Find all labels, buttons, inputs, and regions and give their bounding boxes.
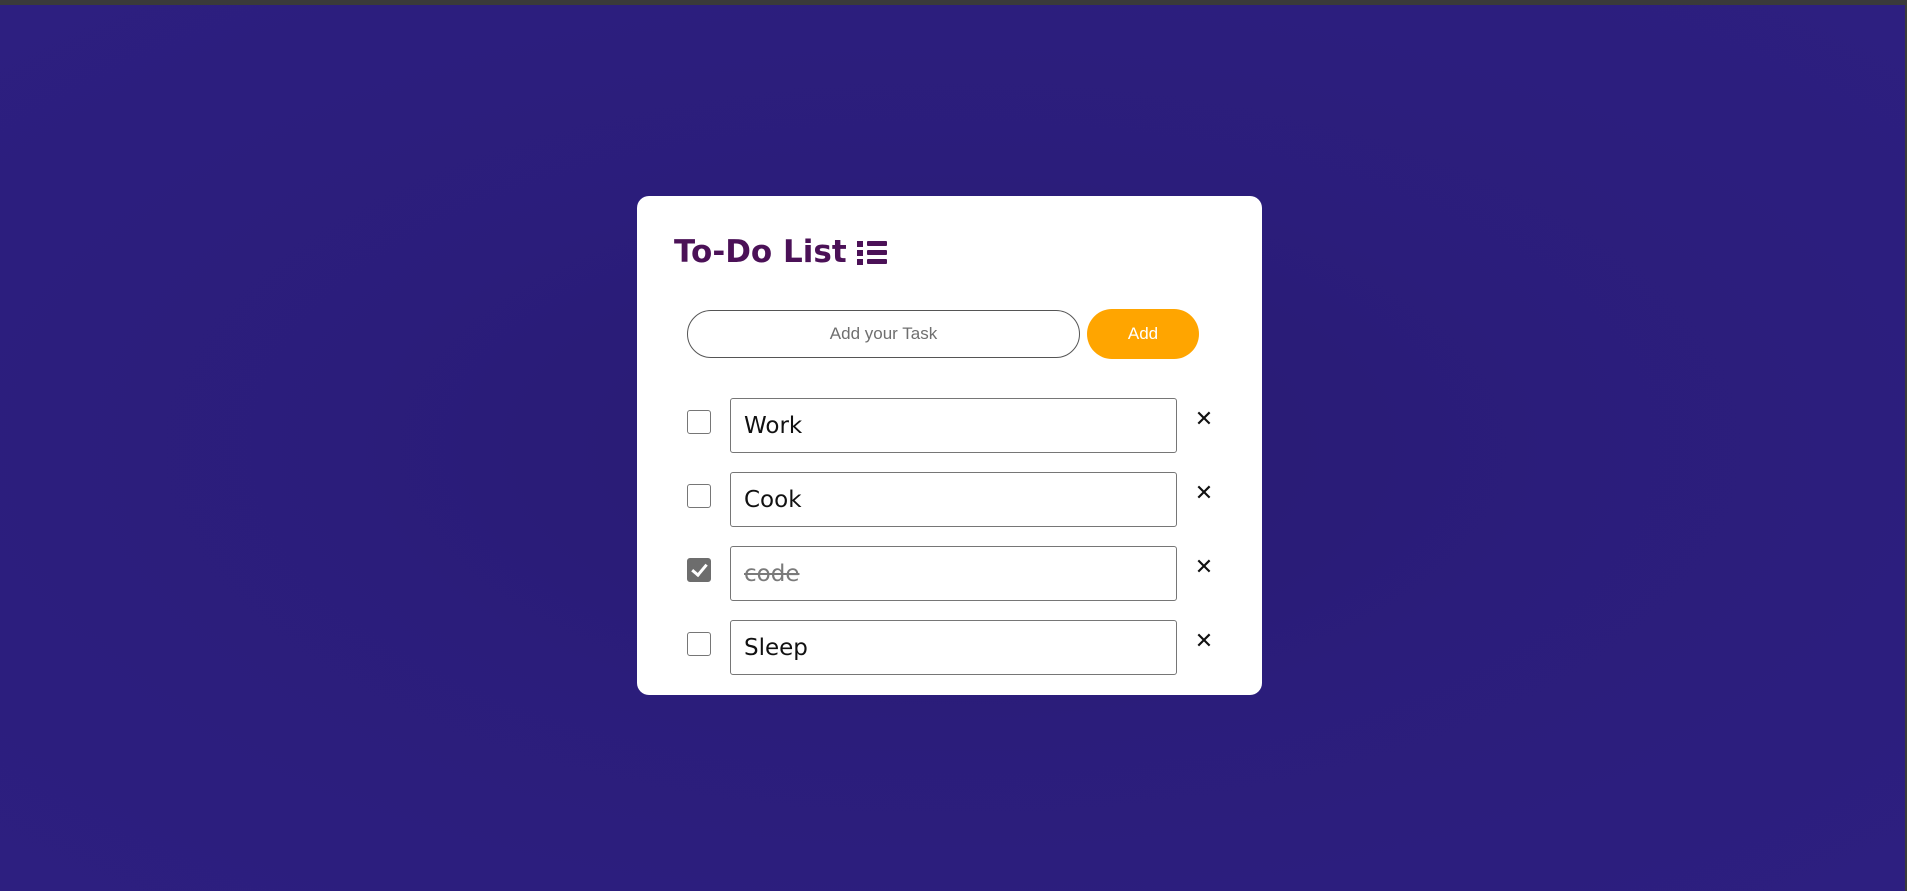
todo-item: Work ✕ [687,398,1227,453]
add-button[interactable]: Add [1087,309,1199,359]
todo-text-field[interactable]: code [730,546,1177,601]
todo-list: Work ✕ Cook ✕ code ✕ Sleep ✕ [687,398,1227,694]
todo-checkbox[interactable] [687,484,711,508]
close-icon[interactable]: ✕ [1192,482,1216,506]
todo-checkbox[interactable] [687,410,711,434]
todo-text-field[interactable]: Cook [730,472,1177,527]
todo-checkbox[interactable] [687,632,711,656]
close-icon[interactable]: ✕ [1192,408,1216,432]
todo-item: code ✕ [687,546,1227,601]
app-title: To-Do List [674,232,887,272]
todo-text-field[interactable]: Sleep [730,620,1177,675]
add-task-row: Add [687,309,1199,359]
todo-checkbox[interactable] [687,558,711,582]
todo-text-field[interactable]: Work [730,398,1177,453]
app-title-text: To-Do List [674,234,847,270]
todo-item: Cook ✕ [687,472,1227,527]
close-icon[interactable]: ✕ [1192,556,1216,580]
list-icon [856,239,887,265]
todo-item: Sleep ✕ [687,620,1227,675]
task-input[interactable] [687,310,1080,358]
close-icon[interactable]: ✕ [1192,630,1216,654]
todo-card: To-Do List Add Work ✕ Cook ✕ code ✕ Sleep ✕ [637,196,1262,695]
